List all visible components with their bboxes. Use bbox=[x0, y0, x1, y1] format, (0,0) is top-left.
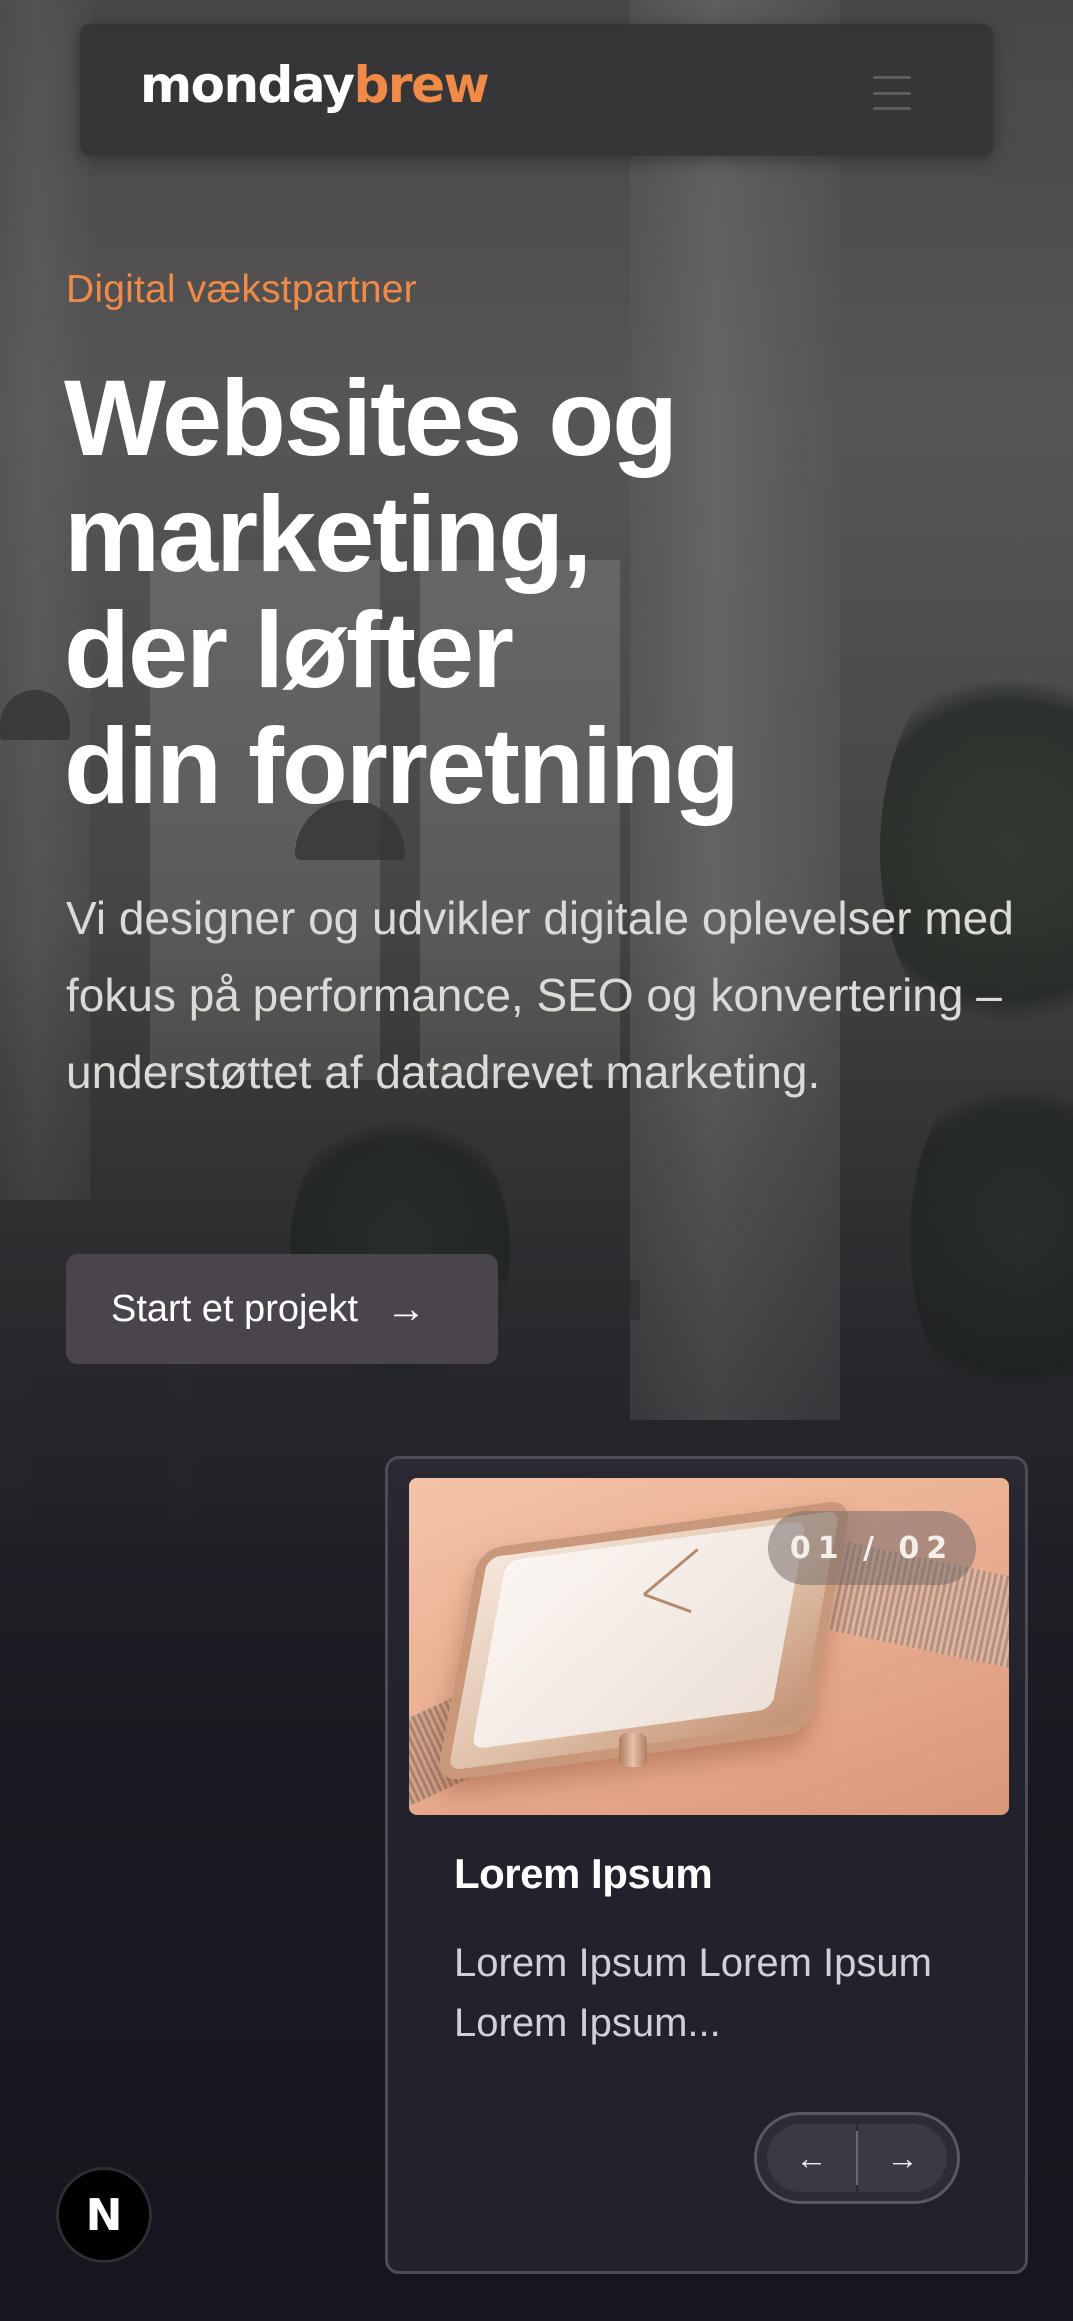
hero-headline: Websites og marketing, der løfter din fo… bbox=[64, 360, 924, 824]
next-slide-button[interactable]: → bbox=[858, 2124, 947, 2192]
project-slider-card: 01 / 02 Lorem Ipsum Lorem Ipsum Lorem Ip… bbox=[385, 1456, 1028, 2274]
card-description: Lorem Ipsum Lorem Ipsum Lorem Ipsum... bbox=[454, 1941, 932, 2045]
hamburger-menu-icon[interactable] bbox=[873, 76, 911, 110]
arrow-right-icon: → bbox=[886, 2139, 919, 2176]
headline-line: Websites og bbox=[64, 357, 678, 478]
headline-line: der løfter bbox=[64, 589, 514, 710]
headline-line: din forretning bbox=[64, 705, 740, 826]
start-project-button[interactable]: Start et projekt → bbox=[66, 1254, 498, 1364]
logo[interactable]: mondaybrew bbox=[140, 60, 490, 110]
card-image-watch: 01 / 02 bbox=[409, 1478, 1009, 1815]
logo-part-brew: brew bbox=[353, 56, 490, 114]
nextjs-badge-label: N bbox=[85, 2189, 123, 2241]
previous-slide-button[interactable]: ← bbox=[767, 2124, 856, 2192]
hero-eyebrow: Digital vækstpartner bbox=[66, 268, 417, 311]
site-header: mondaybrew bbox=[80, 24, 993, 156]
nextjs-icon[interactable]: N bbox=[56, 2167, 152, 2263]
start-project-label: Start et projekt bbox=[111, 1287, 359, 1330]
headline-line: marketing, bbox=[64, 473, 592, 594]
hero-lead-text: Vi designer og udvikler digitale oplevel… bbox=[66, 892, 1014, 1098]
card-title: Lorem Ipsum bbox=[454, 1850, 713, 1897]
logo-part-monday: monday bbox=[140, 56, 355, 114]
arrow-right-icon: → bbox=[386, 1286, 427, 1331]
arrow-left-icon: ← bbox=[795, 2139, 828, 2176]
slide-counter: 01 / 02 bbox=[768, 1511, 976, 1585]
slider-navigation: ← → bbox=[754, 2112, 960, 2204]
